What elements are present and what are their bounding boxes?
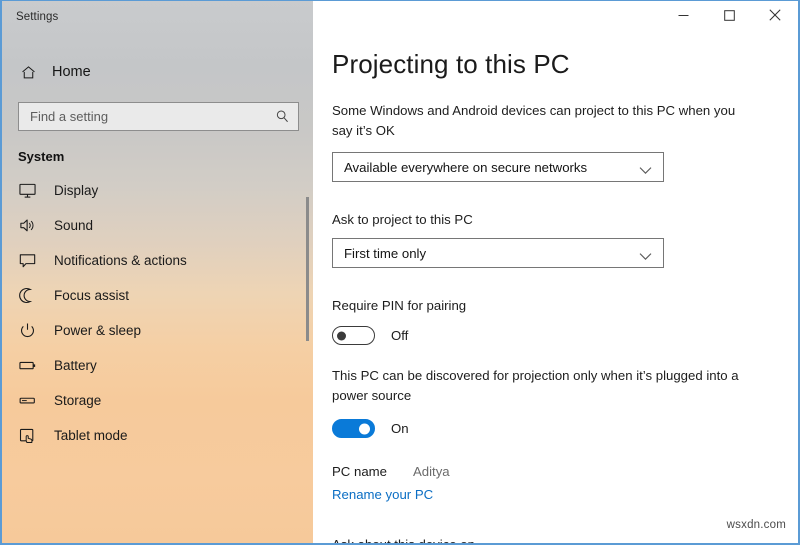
pc-name-row: PC name Aditya (332, 464, 798, 479)
require-pin-label: Require PIN for pairing (332, 298, 467, 314)
maximize-icon (723, 8, 735, 26)
monitor-icon (18, 181, 40, 201)
sidebar: Settings Home System (2, 1, 313, 543)
close-icon (769, 8, 781, 26)
moon-icon (18, 286, 40, 306)
sidebar-item-display[interactable]: Display (2, 173, 313, 208)
close-button[interactable] (752, 1, 798, 32)
settings-window: Settings Home System (0, 0, 800, 545)
sidebar-item-focus-assist[interactable]: Focus assist (2, 278, 313, 313)
require-pin-toggle-row: Off (332, 326, 798, 346)
sidebar-item-battery[interactable]: Battery (2, 348, 313, 383)
minimize-icon (678, 8, 689, 26)
app-title: Settings (16, 10, 59, 23)
sidebar-item-label: Sound (54, 218, 94, 233)
sidebar-item-notifications[interactable]: Notifications & actions (2, 243, 313, 278)
power-source-toggle-state: On (391, 421, 409, 437)
power-source-description: This PC can be discovered for projection… (332, 368, 739, 404)
require-pin-toggle[interactable] (332, 326, 375, 346)
settings-content: Projecting to this PC Some Windows and A… (313, 32, 798, 504)
window-titlebar-left: Settings (2, 1, 313, 32)
window-controls (313, 1, 798, 32)
toggle-knob (359, 423, 370, 435)
sidebar-item-label: Tablet mode (54, 428, 128, 443)
page-title: Projecting to this PC (332, 49, 570, 79)
cutoff-section-label: Ask about this device on (332, 537, 475, 543)
sidebar-item-power-sleep[interactable]: Power & sleep (2, 313, 313, 348)
pc-name-value: Aditya (412, 464, 450, 480)
ask-to-project-dropdown[interactable]: First time only (332, 238, 664, 269)
power-source-toggle[interactable] (332, 419, 375, 439)
sidebar-item-label: Display (54, 183, 99, 198)
battery-icon (18, 356, 40, 376)
availability-dropdown-value: Available everywhere on secure networks (344, 159, 588, 175)
drive-icon (18, 391, 40, 411)
search-icon[interactable] (275, 109, 291, 125)
sidebar-item-label: Notifications & actions (54, 253, 187, 268)
search-box[interactable] (18, 102, 299, 131)
tablet-hand-icon (18, 426, 40, 446)
pc-name-label: PC name (332, 464, 387, 480)
power-source-toggle-row: On (332, 419, 798, 439)
ask-to-project-dropdown-value: First time only (344, 245, 427, 261)
project-description: Some Windows and Android devices can pro… (332, 102, 736, 138)
power-icon (18, 321, 40, 341)
home-icon (18, 62, 38, 82)
main-content-pane: Projecting to this PC Some Windows and A… (313, 1, 798, 543)
require-pin-toggle-state: Off (391, 328, 409, 344)
search-input[interactable] (30, 109, 275, 124)
minimize-button[interactable] (660, 1, 706, 32)
sidebar-item-label: Focus assist (54, 288, 130, 303)
sidebar-item-storage[interactable]: Storage (2, 383, 313, 418)
chat-bubble-icon (18, 251, 40, 271)
sidebar-item-tablet-mode[interactable]: Tablet mode (2, 418, 313, 453)
sidebar-item-label: Storage (54, 393, 102, 408)
rename-pc-link[interactable]: Rename your PC (332, 487, 433, 502)
sidebar-item-label: Battery (54, 358, 97, 373)
sidebar-home-label: Home (52, 64, 91, 80)
speaker-icon (18, 216, 40, 236)
ask-to-project-label: Ask to project to this PC (332, 212, 473, 228)
sidebar-section-title: System (18, 149, 65, 164)
toggle-knob (337, 331, 346, 341)
availability-dropdown[interactable]: Available everywhere on secure networks (332, 152, 664, 183)
maximize-button[interactable] (706, 1, 752, 32)
chevron-down-icon (639, 248, 653, 261)
chevron-down-icon (639, 162, 653, 175)
sidebar-item-sound[interactable]: Sound (2, 208, 313, 243)
sidebar-item-label: Power & sleep (54, 323, 142, 338)
sidebar-nav-list: Display Sound Notifications & actions Fo… (2, 173, 313, 453)
watermark: wsxdn.com (726, 519, 786, 531)
sidebar-item-home[interactable]: Home (2, 54, 313, 90)
sidebar-scrollbar[interactable] (306, 197, 309, 341)
